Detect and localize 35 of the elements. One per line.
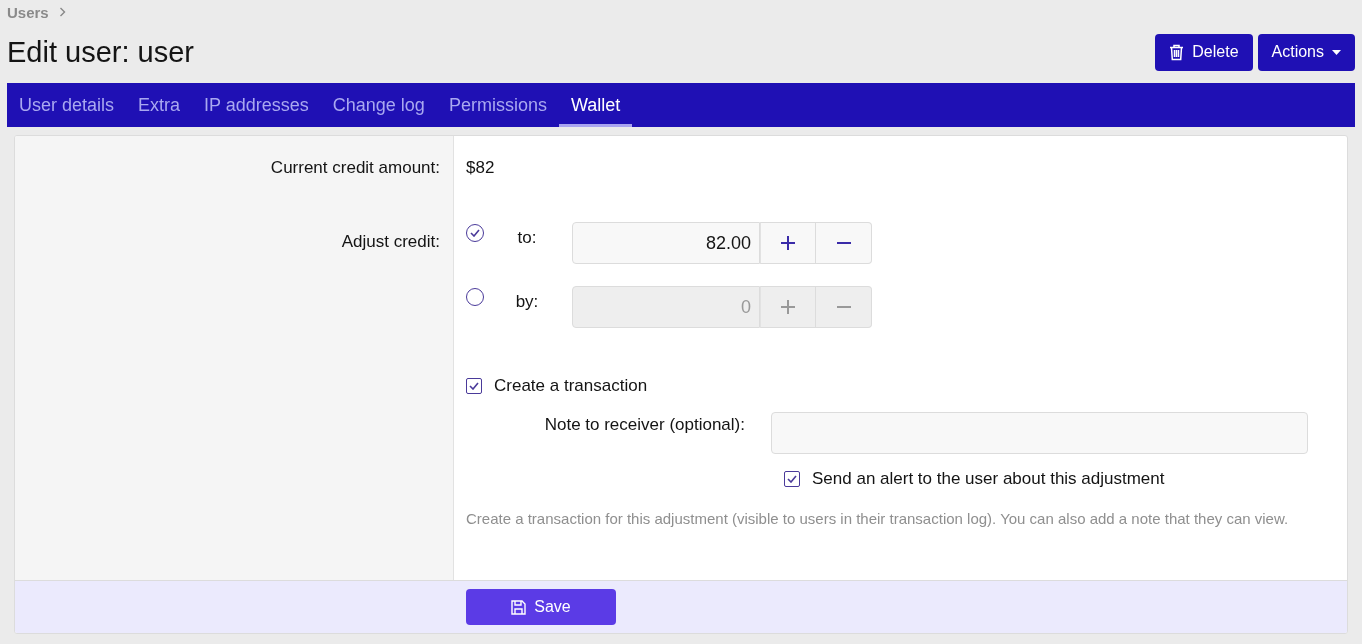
checkmark-icon bbox=[470, 229, 480, 237]
caret-icon bbox=[1332, 49, 1341, 55]
plus-icon bbox=[781, 300, 795, 314]
checkmark-icon bbox=[787, 475, 797, 483]
minus-icon bbox=[836, 242, 851, 244]
increment-button[interactable] bbox=[760, 222, 816, 264]
tab[interactable]: User details bbox=[7, 83, 127, 127]
chevron-right-icon bbox=[58, 7, 66, 17]
radio-label: by: bbox=[514, 292, 540, 312]
credit-amount: $82 bbox=[466, 158, 495, 177]
tab[interactable]: IP addresses bbox=[192, 83, 321, 127]
save-button[interactable]: Save bbox=[466, 589, 616, 625]
note-input-field[interactable] bbox=[771, 412, 1308, 454]
checkbox[interactable] bbox=[784, 471, 800, 487]
number-input-field[interactable]: 82.00 bbox=[572, 222, 760, 264]
hint-text: Create a transaction for this adjustment (visible to users in their transaction log). You can also add a note that they can view. bbox=[466, 509, 1290, 529]
checkbox[interactable] bbox=[466, 378, 482, 394]
checkbox-label: Create a transaction bbox=[494, 376, 648, 396]
minus-icon bbox=[836, 306, 851, 308]
tab[interactable]: Extra bbox=[126, 83, 193, 127]
page-title: Edit user: user bbox=[7, 35, 194, 69]
tab[interactable]: Change log bbox=[320, 83, 437, 127]
plus-icon bbox=[781, 236, 795, 250]
field-label: Adjust credit: bbox=[341, 232, 440, 251]
breadcrumb-link[interactable]: Users bbox=[7, 3, 49, 21]
trash-icon bbox=[1169, 43, 1185, 61]
tab[interactable]: Wallet bbox=[558, 83, 633, 127]
radio-label: to: bbox=[516, 228, 538, 248]
actions-menu-button[interactable]: Actions bbox=[1257, 33, 1355, 71]
field-label: Current credit amount: bbox=[270, 158, 440, 177]
tab[interactable]: Permissions bbox=[436, 83, 559, 127]
delete-button[interactable]: Delete bbox=[1155, 33, 1253, 71]
field-label: Note to receiver (optional): bbox=[544, 415, 745, 434]
checkmark-icon bbox=[469, 382, 479, 390]
checkbox-label: Send an alert to the user about this adjustment bbox=[812, 469, 1165, 489]
